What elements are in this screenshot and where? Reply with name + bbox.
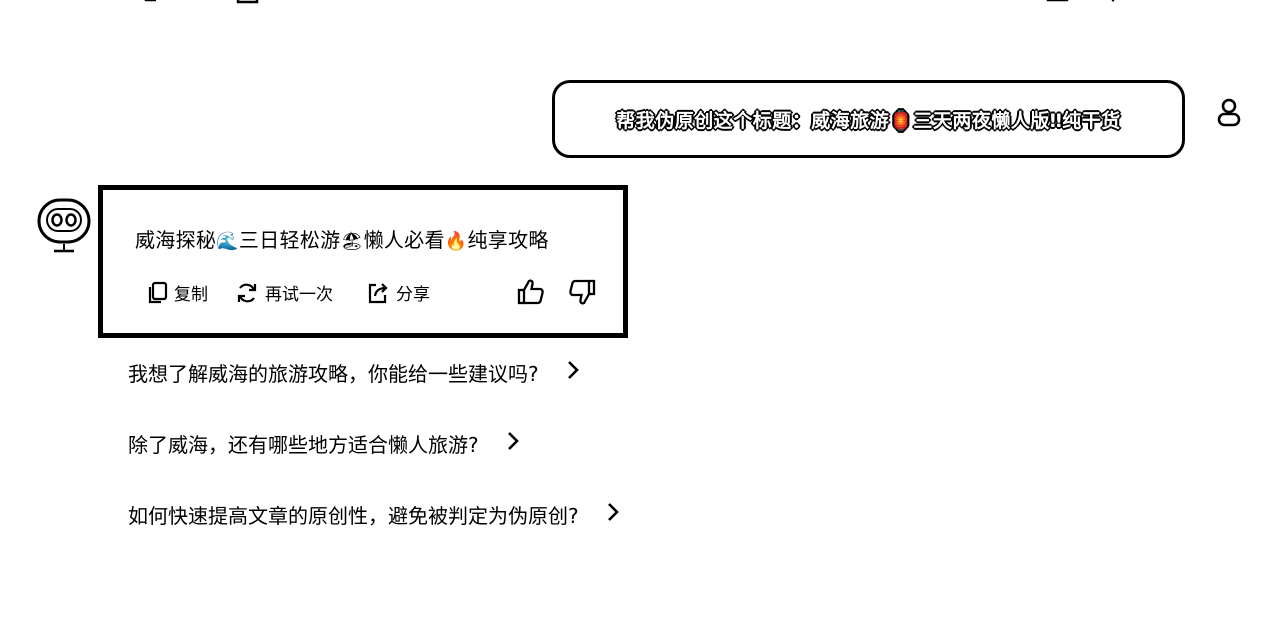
- chevron-right-icon: [567, 360, 579, 385]
- copy-label: 复制: [174, 285, 208, 305]
- toolbar-icon-left-1[interactable]: [142, 0, 162, 6]
- suggestion-text: 我想了解威海的旅游攻略，你能给一些建议吗?: [128, 362, 539, 386]
- refresh-icon: [235, 281, 259, 305]
- answer-card: 威海探秘🌊三日轻松游🏖懒人必看🔥纯享攻略 复制 再试一次 分享: [98, 185, 628, 338]
- chat-page: 帮我伪原创这个标题：威海旅游🏮三天两夜懒人版‼纯干货 威海探秘🌊三日轻松游🏖懒人…: [0, 0, 1280, 626]
- answer-part-2: 三日轻松游: [238, 228, 341, 252]
- toolbar-icon-right-1[interactable]: [1045, 0, 1071, 6]
- answer-part-1: 威海探秘: [135, 228, 217, 252]
- user-avatar-icon: [1215, 98, 1243, 132]
- copy-icon: [146, 281, 168, 305]
- answer-text: 威海探秘🌊三日轻松游🏖懒人必看🔥纯享攻略: [135, 224, 549, 253]
- toolbar-icon-left-2[interactable]: [235, 0, 261, 6]
- fire-emoji: 🔥: [444, 231, 468, 252]
- answer-part-3: 懒人必看: [363, 228, 445, 252]
- wave-emoji: 🌊: [216, 231, 239, 252]
- suggestion-item-1[interactable]: 我想了解威海的旅游攻略，你能给一些建议吗?: [128, 358, 579, 387]
- bot-avatar-icon: [37, 198, 93, 260]
- suggestion-text: 如何快速提高文章的原创性，避免被判定为伪原创?: [128, 504, 579, 528]
- suggestion-text: 除了威海，还有哪些地方适合懒人旅游?: [128, 433, 479, 457]
- user-message-bubble: 帮我伪原创这个标题：威海旅游🏮三天两夜懒人版‼纯干货: [552, 80, 1185, 158]
- retry-label: 再试一次: [265, 285, 333, 305]
- answer-part-4: 纯享攻略: [467, 228, 549, 252]
- toolbar-icon-right-2[interactable]: [1105, 0, 1125, 6]
- thumbs-up-icon[interactable]: [517, 278, 545, 310]
- share-button[interactable]: 分享: [366, 280, 430, 305]
- suggestion-item-3[interactable]: 如何快速提高文章的原创性，避免被判定为伪原创?: [128, 500, 619, 529]
- user-message-text: 帮我伪原创这个标题：威海旅游🏮三天两夜懒人版‼纯干货: [616, 109, 1121, 132]
- retry-button[interactable]: 再试一次: [235, 280, 333, 305]
- share-icon: [366, 281, 390, 305]
- thumbs-down-icon[interactable]: [568, 278, 596, 310]
- beach-emoji: 🏖: [340, 231, 364, 252]
- copy-button[interactable]: 复制: [146, 280, 208, 305]
- suggestion-item-2[interactable]: 除了威海，还有哪些地方适合懒人旅游?: [128, 429, 519, 458]
- chevron-right-icon: [607, 502, 619, 527]
- chevron-right-icon: [507, 431, 519, 456]
- share-label: 分享: [396, 285, 430, 305]
